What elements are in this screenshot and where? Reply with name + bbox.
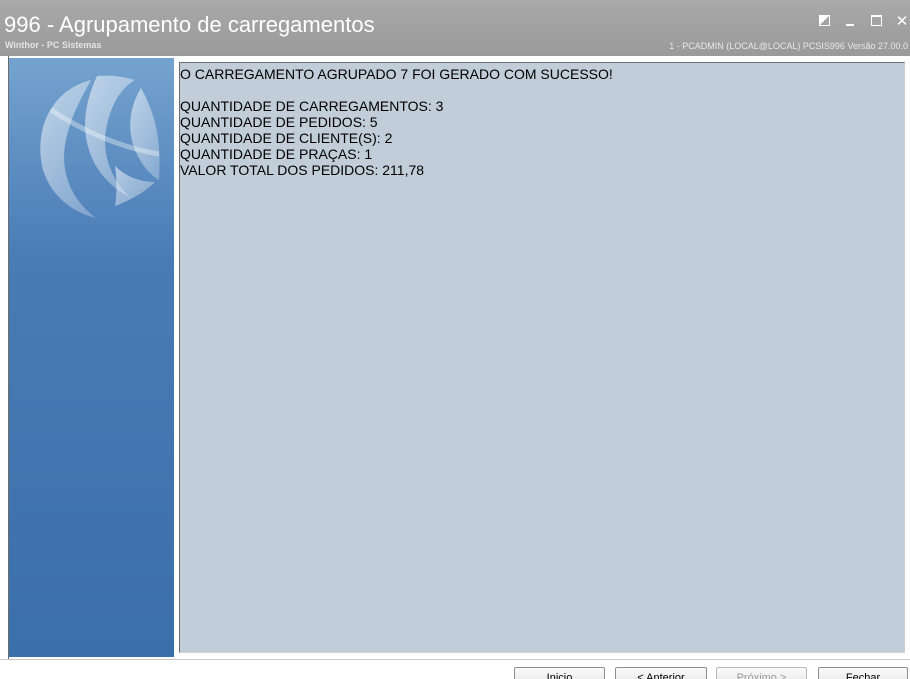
window-body: O CARREGAMENTO AGRUPADO 7 FOI GERADO COM… bbox=[0, 56, 910, 679]
fechar-button[interactable]: Fechar bbox=[818, 667, 908, 679]
summary-line-carregamentos: QUANTIDADE DE CARREGAMENTOS: 3 bbox=[180, 98, 444, 114]
anterior-button[interactable]: < Anterior bbox=[615, 667, 707, 679]
summary-line-clientes: QUANTIDADE DE CLIENTE(S): 2 bbox=[180, 130, 393, 146]
window-subtitle: Winthor - PC Sistemas bbox=[5, 40, 102, 50]
restore-icon[interactable] bbox=[816, 14, 832, 29]
winthor-logo-icon bbox=[40, 75, 160, 218]
summary-line-valor-total: VALOR TOTAL DOS PEDIDOS: 211,78 bbox=[180, 162, 425, 178]
session-info: 1 - PCADMIN (LOCAL@LOCAL) PCSIS996 Versã… bbox=[669, 41, 908, 51]
window-controls: ✕ bbox=[816, 14, 910, 29]
summary-line-pracas: QUANTIDADE DE PRAÇAS: 1 bbox=[180, 146, 373, 162]
summary-line-pedidos: QUANTIDADE DE PEDIDOS: 5 bbox=[180, 114, 378, 130]
title-bar[interactable]: 996 - Agrupamento de carregamentos Winth… bbox=[0, 0, 910, 56]
proximo-button[interactable]: Próximo > bbox=[716, 667, 807, 679]
wizard-footer: Inicio < Anterior Próximo > Fechar bbox=[0, 659, 910, 679]
result-message-panel: O CARREGAMENTO AGRUPADO 7 FOI GERADO COM… bbox=[179, 62, 905, 653]
left-frame-border bbox=[0, 56, 9, 659]
minimize-icon[interactable] bbox=[842, 14, 858, 29]
close-icon[interactable]: ✕ bbox=[894, 14, 910, 29]
application-window: 996 - Agrupamento de carregamentos Winth… bbox=[0, 0, 910, 679]
window-title: 996 - Agrupamento de carregamentos bbox=[4, 12, 375, 37]
maximize-icon[interactable] bbox=[868, 14, 884, 29]
success-message: O CARREGAMENTO AGRUPADO 7 FOI GERADO COM… bbox=[180, 66, 613, 82]
side-panel bbox=[9, 58, 174, 657]
inicio-button[interactable]: Inicio bbox=[514, 667, 605, 679]
